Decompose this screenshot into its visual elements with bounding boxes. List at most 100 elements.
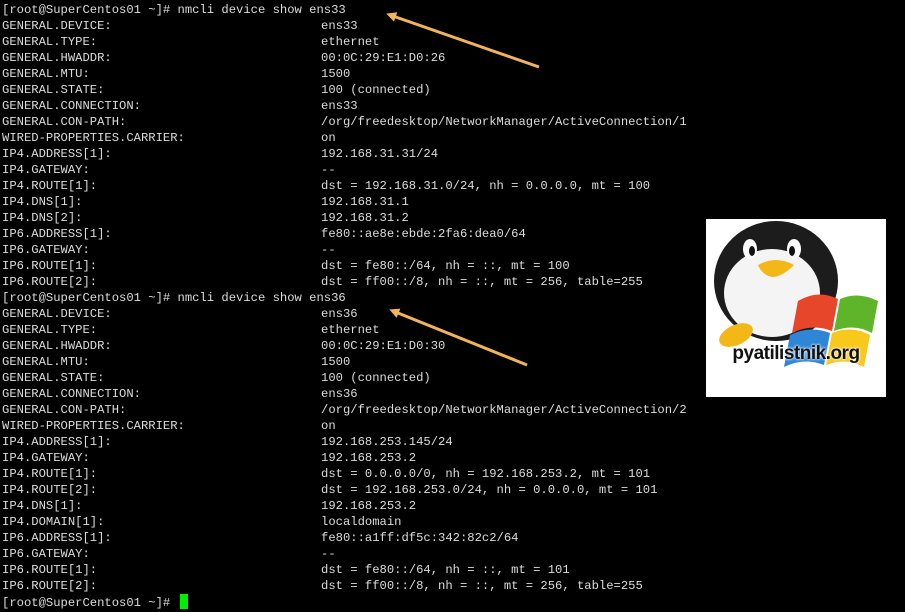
- property-key: GENERAL.MTU:: [2, 355, 90, 369]
- terminal-output-line: WIRED-PROPERTIES.CARRIER: on: [2, 130, 336, 146]
- property-value: 192.168.31.31/24: [321, 147, 439, 161]
- terminal-output-line: GENERAL.HWADDR: 00:0C:29:E1:D0:26: [2, 50, 445, 66]
- terminal-output-line: IP6.ROUTE[1]: dst = fe80::/64, nh = ::, m…: [2, 258, 570, 274]
- property-value: localdomain: [321, 515, 402, 529]
- property-value: 192.168.253.2: [321, 499, 417, 513]
- terminal-output-line: GENERAL.CON-PATH: /org/freedesktop/Networ…: [2, 402, 687, 418]
- property-value: 100 (connected): [321, 83, 431, 97]
- terminal-output-line: GENERAL.HWADDR: 00:0C:29:E1:D0:30: [2, 338, 445, 354]
- watermark-site-text: pyatilistnik.org: [732, 343, 860, 364]
- property-key: IP4.ROUTE[1]:: [2, 467, 98, 481]
- terminal-output-line: GENERAL.TYPE: ethernet: [2, 322, 380, 338]
- property-value: /org/freedesktop/NetworkManager/ActiveCo…: [321, 115, 687, 129]
- property-value: ens33: [321, 19, 358, 33]
- terminal-output-line: IP6.ROUTE[1]: dst = fe80::/64, nh = ::, m…: [2, 562, 570, 578]
- property-key: GENERAL.MTU:: [2, 67, 90, 81]
- property-key: IP6.ROUTE[2]:: [2, 275, 98, 289]
- terminal-output-line: IP6.ADDRESS[1]: fe80::ae8e:ebde:2fa6:dea0…: [2, 226, 526, 242]
- property-key: WIRED-PROPERTIES.CARRIER:: [2, 419, 185, 433]
- property-key: IP4.DNS[1]:: [2, 195, 83, 209]
- property-value: dst = ff00::/8, nh = ::, mt = 256, table…: [321, 579, 643, 593]
- property-key: GENERAL.CONNECTION:: [2, 99, 141, 113]
- property-value: 00:0C:29:E1:D0:30: [321, 339, 446, 353]
- property-value: 192.168.253.145/24: [321, 435, 453, 449]
- watermark-logo: pyatilistnik.org: [706, 219, 886, 397]
- command-prompt-line: [root@SuperCentos01 ~]# nmcli device sho…: [2, 2, 346, 18]
- terminal-output-line: GENERAL.CON-PATH: /org/freedesktop/Networ…: [2, 114, 687, 130]
- property-key: IP6.ROUTE[1]:: [2, 259, 98, 273]
- property-value: ens36: [321, 307, 358, 321]
- property-value: 00:0C:29:E1:D0:26: [321, 51, 446, 65]
- property-value: dst = 192.168.253.0/24, nh = 0.0.0.0, mt…: [321, 483, 658, 497]
- terminal-output-line: IP4.DOMAIN[1]: localdomain: [2, 514, 401, 530]
- property-value: dst = fe80::/64, nh = ::, mt = 100: [321, 259, 570, 273]
- terminal-output-line: IP6.GATEWAY: --: [2, 546, 336, 562]
- property-key: IP6.GATEWAY:: [2, 243, 90, 257]
- property-key: IP6.ROUTE[2]:: [2, 579, 98, 593]
- property-value: 192.168.31.1: [321, 195, 409, 209]
- property-key: IP4.ROUTE[1]:: [2, 179, 98, 193]
- property-key: GENERAL.TYPE:: [2, 35, 98, 49]
- property-value: ens36: [321, 387, 358, 401]
- terminal-output-line: GENERAL.STATE: 100 (connected): [2, 370, 431, 386]
- property-value: 1500: [321, 67, 351, 81]
- terminal-output-line: GENERAL.DEVICE: ens36: [2, 306, 358, 322]
- terminal-output-line: GENERAL.MTU: 1500: [2, 66, 350, 82]
- property-value: 192.168.253.2: [321, 451, 417, 465]
- terminal-output-line: GENERAL.CONNECTION: ens33: [2, 98, 358, 114]
- command-prompt-line: [root@SuperCentos01 ~]# nmcli device sho…: [2, 290, 346, 306]
- property-value: fe80::a1ff:df5c:342:82c2/64: [321, 531, 519, 545]
- property-value: dst = ff00::/8, nh = ::, mt = 256, table…: [321, 275, 643, 289]
- property-key: IP4.ADDRESS[1]:: [2, 435, 112, 449]
- terminal-output-line: WIRED-PROPERTIES.CARRIER: on: [2, 418, 336, 434]
- property-key: GENERAL.CONNECTION:: [2, 387, 141, 401]
- property-key: GENERAL.DEVICE:: [2, 19, 112, 33]
- property-key: IP6.ROUTE[1]:: [2, 563, 98, 577]
- terminal-output-line: GENERAL.MTU: 1500: [2, 354, 350, 370]
- property-key: WIRED-PROPERTIES.CARRIER:: [2, 131, 185, 145]
- property-key: IP6.ADDRESS[1]:: [2, 227, 112, 241]
- terminal-output-line: GENERAL.STATE: 100 (connected): [2, 82, 431, 98]
- property-value: 100 (connected): [321, 371, 431, 385]
- active-prompt-line[interactable]: [root@SuperCentos01 ~]#: [2, 594, 188, 610]
- property-value: --: [321, 163, 336, 177]
- property-key: IP4.ROUTE[2]:: [2, 483, 98, 497]
- property-value: ethernet: [321, 35, 380, 49]
- property-key: GENERAL.STATE:: [2, 371, 105, 385]
- terminal-output-line: IP4.GATEWAY: 192.168.253.2: [2, 450, 416, 466]
- terminal-output-line: GENERAL.TYPE: ethernet: [2, 34, 380, 50]
- terminal-output-line: IP6.ROUTE[2]: dst = ff00::/8, nh = ::, mt…: [2, 274, 643, 290]
- property-value: ens33: [321, 99, 358, 113]
- property-key: GENERAL.DEVICE:: [2, 307, 112, 321]
- property-value: 192.168.31.2: [321, 211, 409, 225]
- terminal-output-line: IP4.DNS[1]: 192.168.31.1: [2, 194, 409, 210]
- terminal-output-line: IP6.ROUTE[2]: dst = ff00::/8, nh = ::, mt…: [2, 578, 643, 594]
- property-value: /org/freedesktop/NetworkManager/ActiveCo…: [321, 403, 687, 417]
- property-key: GENERAL.TYPE:: [2, 323, 98, 337]
- text-cursor[interactable]: [179, 594, 188, 609]
- terminal-output-line: IP6.ADDRESS[1]: fe80::a1ff:df5c:342:82c2/…: [2, 530, 518, 546]
- property-value: fe80::ae8e:ebde:2fa6:dea0/64: [321, 227, 526, 241]
- property-key: IP6.GATEWAY:: [2, 547, 90, 561]
- property-value: on: [321, 131, 336, 145]
- property-value: ethernet: [321, 323, 380, 337]
- property-key: GENERAL.CON-PATH:: [2, 403, 127, 417]
- terminal-output-line: IP4.ADDRESS[1]: 192.168.253.145/24: [2, 434, 453, 450]
- property-key: IP6.ADDRESS[1]:: [2, 531, 112, 545]
- command-text: [root@SuperCentos01 ~]# nmcli device sho…: [2, 3, 346, 17]
- terminal-output-line: GENERAL.DEVICE: ens33: [2, 18, 358, 34]
- property-key: IP4.DNS[1]:: [2, 499, 83, 513]
- terminal-output-line: IP4.ROUTE[1]: dst = 0.0.0.0/0, nh = 192.1…: [2, 466, 650, 482]
- property-value: dst = 0.0.0.0/0, nh = 192.168.253.2, mt …: [321, 467, 651, 481]
- terminal-output-line: IP4.DNS[2]: 192.168.31.2: [2, 210, 409, 226]
- property-value: on: [321, 419, 336, 433]
- penguin-windows-logo-icon: [714, 221, 878, 367]
- property-key: IP4.GATEWAY:: [2, 163, 90, 177]
- command-text: [root@SuperCentos01 ~]# nmcli device sho…: [2, 291, 346, 305]
- property-value: --: [321, 243, 336, 257]
- property-key: IP4.ADDRESS[1]:: [2, 147, 112, 161]
- terminal-output-line: IP4.ROUTE[2]: dst = 192.168.253.0/24, nh …: [2, 482, 657, 498]
- terminal-output-line: IP6.GATEWAY: --: [2, 242, 336, 258]
- property-value: dst = fe80::/64, nh = ::, mt = 101: [321, 563, 570, 577]
- terminal-output-line: IP4.ROUTE[1]: dst = 192.168.31.0/24, nh =…: [2, 178, 650, 194]
